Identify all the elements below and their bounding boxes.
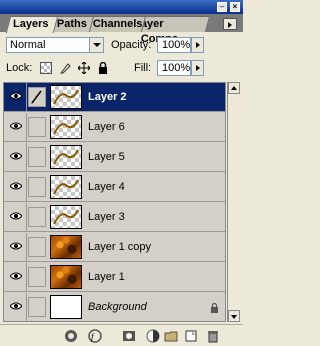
chevron-down-icon[interactable] xyxy=(89,38,103,52)
blend-mode-value: Normal xyxy=(10,39,46,51)
layer-link-box[interactable] xyxy=(28,297,46,317)
palette-tabs: ayer Comps Channels Paths Layers xyxy=(0,14,243,45)
tab-label: Paths xyxy=(56,18,87,30)
layer-name[interactable]: Layer 1 copy xyxy=(88,241,151,253)
layer-name[interactable]: Layer 5 xyxy=(88,151,125,163)
layer-row[interactable]: Layer 5 xyxy=(4,143,225,172)
visibility-eye-icon[interactable] xyxy=(5,233,27,261)
fill-label: Fill: xyxy=(134,62,152,74)
layer-list: Layer 2 Layer 6 Layer 5 Layer 4 Layer 3 … xyxy=(3,82,226,322)
layer-link-box[interactable] xyxy=(28,147,46,167)
layer-link-box[interactable] xyxy=(28,177,46,197)
lock-position-icon[interactable] xyxy=(77,61,91,75)
scroll-down-icon[interactable] xyxy=(228,310,240,322)
trash-icon[interactable] xyxy=(206,329,220,343)
layers-bottom-toolbar: f xyxy=(0,324,243,346)
layer-name[interactable]: Layer 4 xyxy=(88,181,125,193)
layer-name[interactable]: Layer 6 xyxy=(88,121,125,133)
layer-thumbnail xyxy=(50,295,82,319)
fill-input[interactable]: 100% xyxy=(157,60,191,76)
layer-name[interactable]: Layer 2 xyxy=(88,91,127,103)
layer-thumbnail xyxy=(50,175,82,199)
layer-link-box[interactable] xyxy=(28,237,46,257)
layer-name[interactable]: Layer 3 xyxy=(88,211,125,223)
tab-label: Channels xyxy=(92,18,143,30)
layer-name[interactable]: Layer 1 xyxy=(88,271,125,283)
layer-mask-icon[interactable] xyxy=(122,329,136,343)
layer-thumbnail xyxy=(50,145,82,169)
layer-row[interactable]: Layer 6 xyxy=(4,113,225,142)
layer-thumbnail xyxy=(50,235,82,259)
blend-row: Normal Opacity: 100% xyxy=(0,36,243,56)
visibility-eye-icon[interactable] xyxy=(5,173,27,201)
layer-row[interactable]: Layer 3 xyxy=(4,203,225,232)
visibility-eye-icon[interactable] xyxy=(5,203,27,231)
new-layer-icon[interactable] xyxy=(184,329,198,343)
close-icon[interactable]: × xyxy=(230,2,240,12)
lock-row: Lock: Fill: 100% xyxy=(0,59,243,79)
scroll-up-icon[interactable] xyxy=(228,82,240,94)
layer-style-icon[interactable]: f xyxy=(88,329,102,343)
fill-slider-button[interactable] xyxy=(191,60,204,76)
palette-titlebar[interactable]: – × xyxy=(0,0,243,14)
tab-label: Layers xyxy=(13,18,49,30)
palette-menu-button[interactable] xyxy=(223,18,237,30)
opacity-label: Opacity: xyxy=(111,39,152,51)
paintbrush-icon[interactable] xyxy=(28,87,46,107)
layer-thumbnail xyxy=(50,205,82,229)
new-group-icon[interactable] xyxy=(164,329,178,343)
blend-mode-select[interactable]: Normal xyxy=(6,37,104,53)
tab-layers[interactable]: Layers xyxy=(5,16,59,33)
layer-name[interactable]: Background xyxy=(88,301,147,313)
layer-thumbnail xyxy=(50,115,82,139)
tab-channels[interactable]: Channels xyxy=(85,16,147,32)
lock-icon xyxy=(210,302,219,316)
visibility-eye-icon[interactable] xyxy=(5,83,27,111)
visibility-eye-icon[interactable] xyxy=(5,113,27,141)
layer-thumbnail xyxy=(50,85,82,109)
svg-text:f: f xyxy=(91,332,95,342)
layer-link-box[interactable] xyxy=(28,267,46,287)
opacity-slider-button[interactable] xyxy=(191,37,204,53)
visibility-eye-icon[interactable] xyxy=(5,143,27,171)
visibility-eye-icon[interactable] xyxy=(5,293,27,321)
layer-link-box[interactable] xyxy=(28,117,46,137)
link-layers-icon[interactable] xyxy=(64,329,78,343)
visibility-eye-icon[interactable] xyxy=(5,263,27,291)
lock-paint-icon[interactable] xyxy=(59,62,71,74)
layer-link-box[interactable] xyxy=(28,207,46,227)
opacity-input[interactable]: 100% xyxy=(157,37,191,53)
layer-list-scrollbar[interactable] xyxy=(227,82,240,322)
layer-row[interactable]: Layer 1 copy xyxy=(4,233,225,262)
lock-all-icon[interactable] xyxy=(97,61,109,74)
layer-row[interactable]: Layer 4 xyxy=(4,173,225,202)
layer-row[interactable]: Background xyxy=(4,293,225,321)
layer-row[interactable]: Layer 1 xyxy=(4,263,225,292)
lock-label: Lock: xyxy=(6,62,33,74)
lock-transparency-icon[interactable] xyxy=(40,62,52,74)
layer-thumbnail xyxy=(50,265,82,289)
minimize-icon[interactable]: – xyxy=(217,2,227,12)
layer-row[interactable]: Layer 2 xyxy=(4,83,225,112)
tab-layer-comps[interactable]: ayer Comps xyxy=(135,16,211,45)
adjustment-layer-icon[interactable] xyxy=(146,329,160,343)
